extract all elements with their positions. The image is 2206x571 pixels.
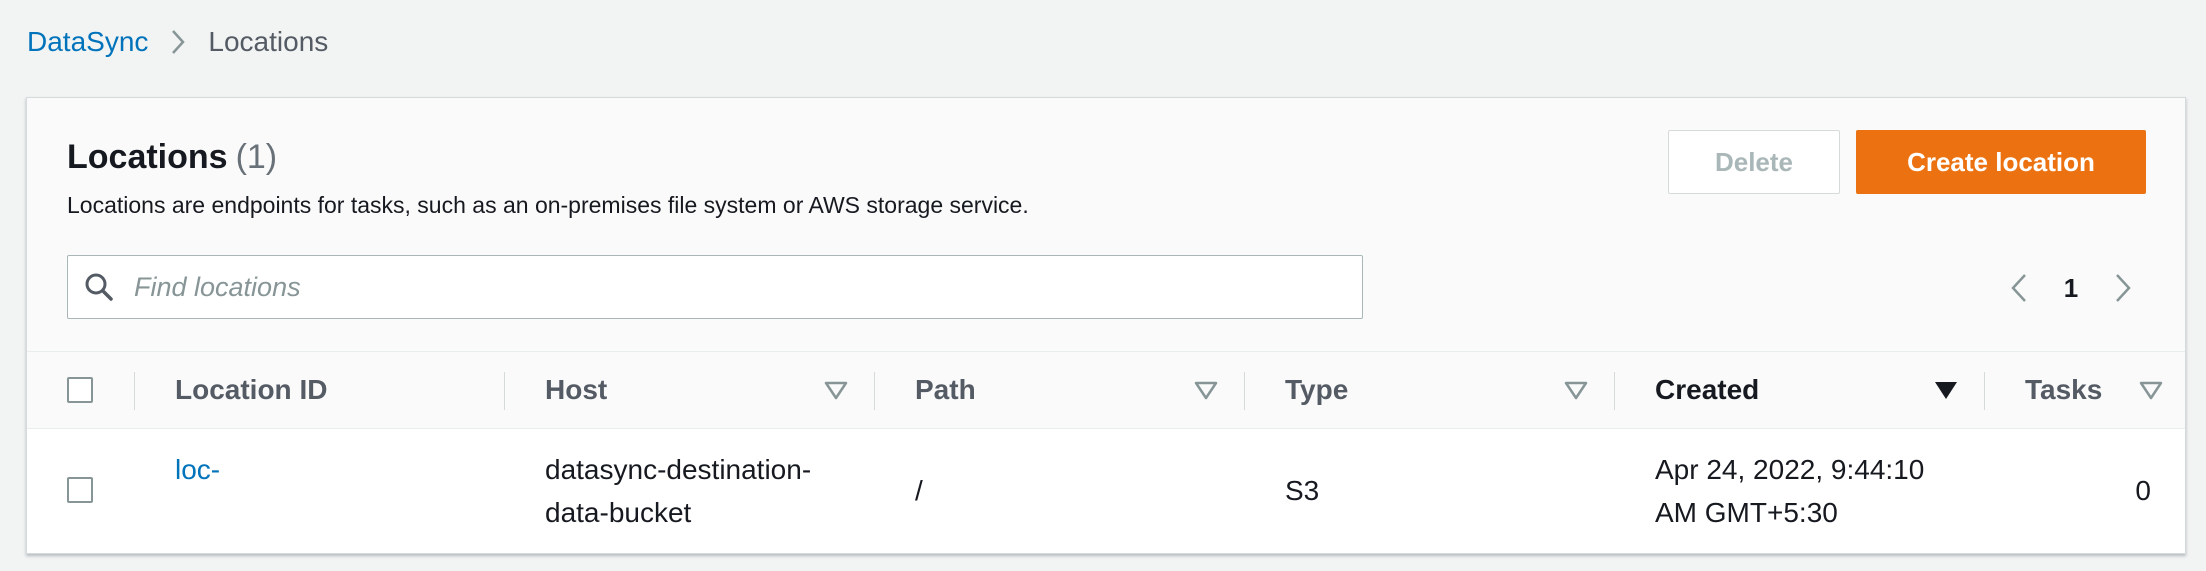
chevron-left-icon[interactable] [2001,270,2037,306]
page-number[interactable]: 1 [2051,273,2091,304]
column-header-host[interactable]: Host [545,352,607,428]
chevron-right-icon[interactable] [2105,270,2141,306]
path-cell: / [915,475,923,506]
search-box[interactable] [67,255,1363,319]
title-text: Locations [67,138,228,176]
breadcrumb-current: Locations [208,26,329,57]
column-header-location-id[interactable]: Location ID [175,352,327,428]
column-header-tasks[interactable]: Tasks [2025,352,2102,428]
location-id-link[interactable]: loc- [175,448,220,491]
created-line-2: AM GMT+5:30 [1655,497,1838,528]
sort-icon[interactable] [2138,378,2164,404]
sort-descending-icon[interactable] [1933,378,1959,404]
breadcrumb-datasync-link[interactable]: DataSync [27,26,148,58]
pagination: 1 [2001,266,2141,310]
sort-icon[interactable] [1193,378,1219,404]
page-description: Locations are endpoints for tasks, such … [67,192,1029,218]
column-header-created[interactable]: Created [1655,352,1759,428]
column-header-path[interactable]: Path [915,352,976,428]
column-header-type[interactable]: Type [1285,352,1348,428]
column-divider [1984,372,1985,410]
breadcrumb: DataSync Locations [27,22,328,62]
column-divider [1244,372,1245,410]
select-all-checkbox[interactable] [67,377,93,403]
type-cell: S3 [1285,475,1320,506]
created-line-1: Apr 24, 2022, 9:44:10 [1655,454,1925,485]
page-title: Locations (1) [67,138,277,177]
location-count: (1) [235,138,278,176]
delete-button[interactable]: Delete [1668,130,1840,194]
column-divider [1614,372,1615,410]
chevron-right-icon [170,29,186,55]
host-line-2: data-bucket [545,497,692,528]
column-divider [874,372,875,410]
table-row[interactable]: loc- datasync-destination- data-bucket /… [27,429,2185,553]
host-cell: datasync-destination- data-bucket [545,448,811,534]
search-icon [84,272,114,302]
sort-icon[interactable] [1563,378,1589,404]
column-divider [134,372,135,410]
sort-icon[interactable] [823,378,849,404]
tasks-cell: 0 [2135,475,2151,506]
table-header: Location ID Host Path Type Created Tasks [27,351,2185,429]
created-cell: Apr 24, 2022, 9:44:10 AM GMT+5:30 [1655,448,1924,534]
column-divider [504,372,505,410]
host-line-1: datasync-destination- [545,454,812,485]
row-select-checkbox[interactable] [67,477,93,503]
search-input[interactable] [132,270,1316,304]
locations-panel: Locations (1) Locations are endpoints for… [26,97,2186,554]
create-location-button[interactable]: Create location [1856,130,2146,194]
